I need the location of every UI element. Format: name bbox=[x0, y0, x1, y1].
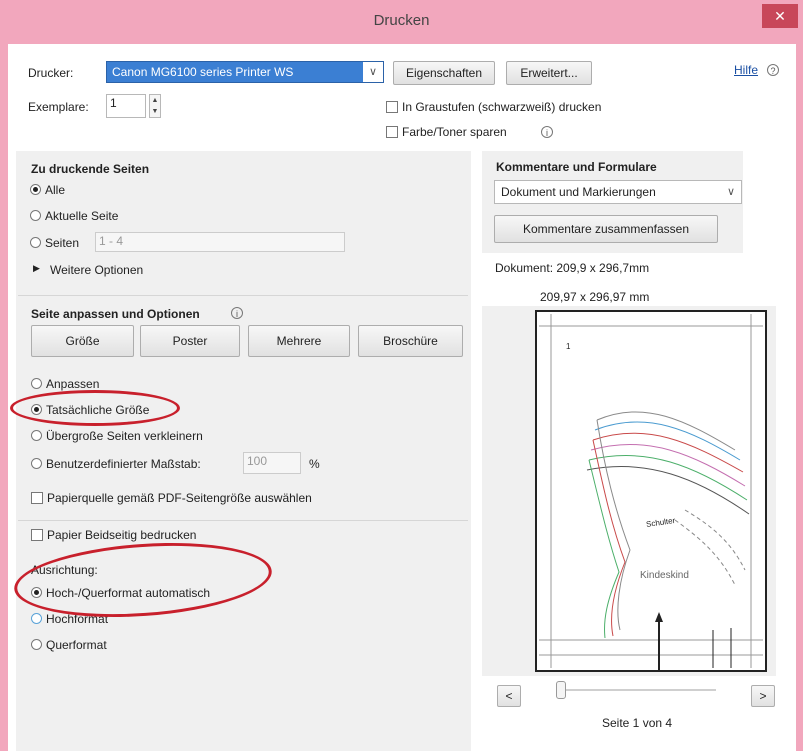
window-frame-left bbox=[0, 44, 8, 751]
printer-label: Drucker: bbox=[28, 66, 74, 80]
printer-select[interactable]: Canon MG6100 series Printer WS ∨ bbox=[106, 61, 384, 83]
info-icon[interactable]: i bbox=[541, 126, 553, 138]
copies-label: Exemplare: bbox=[28, 100, 89, 114]
sizing-heading: Seite anpassen und Optionen bbox=[31, 307, 200, 321]
help-link[interactable]: Hilfe bbox=[734, 63, 758, 77]
preview-page-number: 1 bbox=[566, 342, 571, 351]
printer-select-value: Canon MG6100 series Printer WS bbox=[112, 65, 294, 79]
comments-select-value: Dokument und Markierungen bbox=[501, 185, 656, 199]
properties-button[interactable]: Eigenschaften bbox=[393, 61, 495, 85]
paper-source-label: Papierquelle gemäß PDF-Seitengröße auswä… bbox=[47, 491, 312, 505]
size-button[interactable]: Größe bbox=[31, 325, 134, 357]
pages-all-radio[interactable] bbox=[30, 184, 41, 195]
pages-range-input[interactable]: 1 - 4 bbox=[95, 232, 345, 252]
custom-scale-input[interactable]: 100 bbox=[243, 452, 301, 474]
duplex-label: Papier Beidseitig bedrucken bbox=[47, 528, 197, 542]
shrink-radio[interactable] bbox=[31, 430, 42, 441]
divider bbox=[18, 520, 468, 521]
poster-button[interactable]: Poster bbox=[140, 325, 240, 357]
highlight-ellipse-actual-size bbox=[10, 390, 180, 426]
orientation-portrait-radio[interactable] bbox=[31, 613, 42, 624]
duplex-checkbox[interactable] bbox=[31, 529, 43, 541]
grayscale-label: In Graustufen (schwarzweiß) drucken bbox=[402, 100, 602, 114]
sizing-info-icon[interactable]: i bbox=[231, 307, 243, 319]
custom-scale-label: Benutzerdefinierter Maßstab: bbox=[46, 457, 201, 471]
divider bbox=[18, 295, 468, 296]
close-button[interactable]: ✕ bbox=[762, 4, 798, 28]
page-preview bbox=[535, 310, 767, 672]
fit-label: Anpassen bbox=[46, 377, 100, 391]
next-page-button[interactable]: > bbox=[751, 685, 775, 707]
pages-range-value: 1 - 4 bbox=[99, 234, 124, 248]
copies-value: 1 bbox=[110, 96, 117, 110]
page-size-label: 209,97 x 296,97 mm bbox=[540, 290, 650, 304]
pages-all-label: Alle bbox=[45, 183, 66, 197]
pages-heading: Zu druckende Seiten bbox=[31, 162, 150, 176]
grayscale-checkbox[interactable] bbox=[386, 101, 398, 113]
booklet-button[interactable]: Broschüre bbox=[358, 325, 463, 357]
page-indicator: Seite 1 von 4 bbox=[602, 716, 673, 730]
orientation-landscape-label: Querformat bbox=[46, 638, 107, 652]
page-slider-track[interactable] bbox=[556, 689, 716, 691]
window-frame-right bbox=[796, 44, 803, 751]
pages-range-radio[interactable] bbox=[30, 237, 41, 248]
preview-brand-label: Kindeskind bbox=[640, 570, 689, 581]
orientation-landscape-radio[interactable] bbox=[31, 639, 42, 650]
close-icon: ✕ bbox=[774, 8, 786, 24]
more-options-link[interactable]: Weitere Optionen bbox=[50, 263, 143, 277]
chevron-down-icon: ∨ bbox=[363, 62, 383, 82]
percent-label: % bbox=[309, 457, 320, 471]
multiple-button[interactable]: Mehrere bbox=[248, 325, 350, 357]
paper-source-checkbox[interactable] bbox=[31, 492, 43, 504]
help-info-icon[interactable]: ? bbox=[767, 64, 779, 76]
page-slider-thumb[interactable] bbox=[556, 681, 566, 699]
shrink-label: Übergroße Seiten verkleinern bbox=[46, 429, 203, 443]
comments-select[interactable]: Dokument und Markierungen ∨ bbox=[494, 180, 742, 204]
pages-current-radio[interactable] bbox=[30, 210, 41, 221]
save-toner-label: Farbe/Toner sparen bbox=[402, 125, 507, 139]
copies-input[interactable]: 1 bbox=[106, 94, 146, 118]
chevron-down-icon: ∨ bbox=[726, 186, 736, 198]
save-toner-checkbox[interactable] bbox=[386, 126, 398, 138]
copies-stepper[interactable]: ▲ ▼ bbox=[149, 94, 161, 118]
advanced-button[interactable]: Erweitert... bbox=[506, 61, 592, 85]
window-title: Drucken bbox=[373, 12, 430, 29]
comments-heading: Kommentare und Formulare bbox=[496, 160, 657, 174]
prev-page-button[interactable]: < bbox=[497, 685, 521, 707]
pages-current-label: Aktuelle Seite bbox=[45, 209, 119, 223]
triangle-right-icon[interactable]: ▶ bbox=[33, 263, 40, 274]
fit-radio[interactable] bbox=[31, 378, 42, 389]
custom-scale-value: 100 bbox=[247, 454, 268, 468]
document-size-label: Dokument: 209,9 x 296,7mm bbox=[495, 261, 650, 275]
custom-scale-radio[interactable] bbox=[31, 458, 42, 469]
pages-range-label: Seiten bbox=[45, 236, 80, 250]
summarize-comments-button[interactable]: Kommentare zusammenfassen bbox=[494, 215, 718, 243]
